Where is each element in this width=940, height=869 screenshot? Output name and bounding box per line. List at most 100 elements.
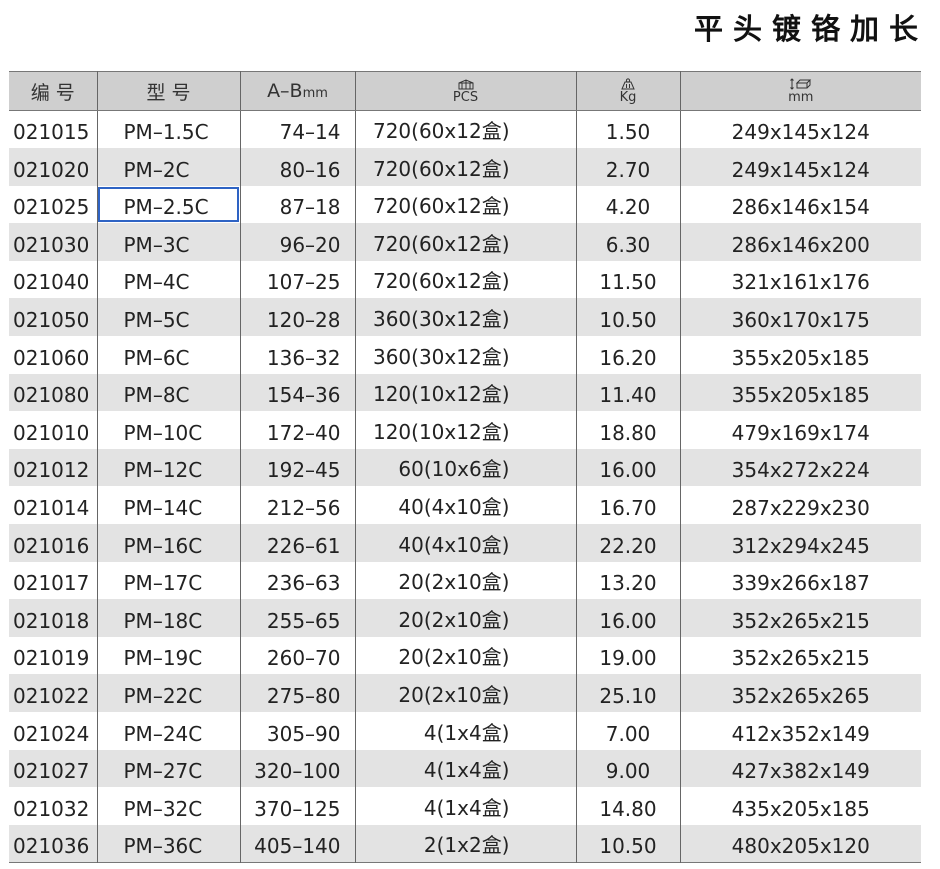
table-row[interactable]: 021019 PM–19C 260–70 20(2x10盒) 19.00 352x265x… xyxy=(9,636,921,675)
cell-kg[interactable]: 10.50 xyxy=(575,298,680,337)
cell-ab[interactable]: 320–100 xyxy=(239,749,355,788)
cell-kg[interactable]: 1.50 xyxy=(575,110,680,149)
table-row[interactable]: 021015 PM–1.5C 74–14 720(60x12盒) 1.50 249x145… xyxy=(9,110,921,149)
cell-model[interactable]: PM–2.5C xyxy=(96,185,240,224)
cell-code[interactable]: 021010 xyxy=(9,411,97,449)
table-row[interactable]: 021012 PM–12C 192–45 60(10x6盒) 16.00 354x272x… xyxy=(9,448,921,487)
cell-model[interactable]: PM–10C xyxy=(96,411,240,449)
cell-mm[interactable]: 360x170x175 xyxy=(679,298,921,337)
cell-ab[interactable]: 154–36 xyxy=(239,373,355,412)
cell-ab[interactable]: 275–80 xyxy=(239,674,355,712)
cell-pcs[interactable]: 120(10x12盒) xyxy=(354,373,576,412)
cell-kg[interactable]: 16.00 xyxy=(575,599,680,637)
cell-kg[interactable]: 22.20 xyxy=(575,524,680,562)
cell-pcs[interactable]: 2(1x2盒) xyxy=(354,824,576,863)
cell-model[interactable]: PM–5C xyxy=(96,298,240,337)
cell-kg[interactable]: 4.20 xyxy=(575,185,680,224)
cell-model[interactable]: PM–8C xyxy=(96,373,240,412)
table-row[interactable]: 021060 PM–6C 136–32 360(30x12盒) 16.20 355x205… xyxy=(9,336,921,374)
cell-ab[interactable]: 305–90 xyxy=(239,712,355,750)
cell-mm[interactable]: 352x265x215 xyxy=(679,636,921,675)
cell-kg[interactable]: 19.00 xyxy=(575,636,680,675)
cell-kg[interactable]: 16.00 xyxy=(575,448,680,487)
cell-kg[interactable]: 16.20 xyxy=(575,336,680,374)
cell-ab[interactable]: 226–61 xyxy=(239,524,355,562)
cell-ab[interactable]: 172–40 xyxy=(239,411,355,449)
table-row[interactable]: 021020 PM–2C 80–16 720(60x12盒) 2.70 249x145x1… xyxy=(9,148,921,186)
cell-code[interactable]: 021027 xyxy=(9,750,97,788)
cell-mm[interactable]: 312x294x245 xyxy=(679,524,921,562)
cell-ab[interactable]: 370–125 xyxy=(239,787,355,825)
cell-mm[interactable]: 479x169x174 xyxy=(679,411,921,449)
cell-pcs[interactable]: 360(30x12盒) xyxy=(354,336,576,374)
cell-code[interactable]: 021025 xyxy=(9,186,97,224)
table-row[interactable]: 021017 PM–17C 236–63 20(2x10盒) 13.20 339x266x… xyxy=(9,561,921,600)
cell-code[interactable]: 021020 xyxy=(9,148,97,186)
cell-mm[interactable]: 427x382x149 xyxy=(679,749,921,788)
cell-model[interactable]: PM–4C xyxy=(96,260,240,299)
cell-model[interactable]: PM–17C xyxy=(96,561,240,600)
cell-mm[interactable]: 286x146x200 xyxy=(679,223,921,261)
table-row[interactable]: 021050 PM–5C 120–28 360(30x12盒) 10.50 360x170… xyxy=(9,298,921,337)
cell-ab[interactable]: 192–45 xyxy=(239,448,355,487)
cell-pcs[interactable]: 720(60x12盒) xyxy=(354,223,576,261)
cell-model[interactable]: PM–3C xyxy=(96,223,240,261)
cell-code[interactable]: 021060 xyxy=(9,336,97,374)
cell-pcs[interactable]: 360(30x12盒) xyxy=(354,298,576,337)
cell-model[interactable]: PM–32C xyxy=(96,787,240,825)
cell-pcs[interactable]: 720(60x12盒) xyxy=(354,110,576,149)
table-row[interactable]: 021036 PM–36C 405–140 2(1x2盒) 10.50 480x205x1… xyxy=(9,824,921,863)
cell-code[interactable]: 021050 xyxy=(9,298,97,336)
cell-model[interactable]: PM–2C xyxy=(96,148,240,186)
cell-pcs[interactable]: 4(1x4盒) xyxy=(354,787,576,825)
cell-mm[interactable]: 480x205x120 xyxy=(679,824,921,863)
cell-code[interactable]: 021016 xyxy=(9,524,97,562)
cell-kg[interactable]: 13.20 xyxy=(575,561,680,600)
table-row[interactable]: 021040 PM–4C 107–25 720(60x12盒) 11.50 321x161… xyxy=(9,260,921,299)
cell-code[interactable]: 021012 xyxy=(9,449,97,487)
cell-model[interactable]: PM–22C xyxy=(96,674,240,712)
table-row[interactable]: 021022 PM–22C 275–80 20(2x10盒) 25.10 352x265x… xyxy=(9,674,921,712)
cell-pcs[interactable]: 40(4x10盒) xyxy=(354,486,576,525)
cell-model[interactable]: PM–18C xyxy=(96,599,240,637)
cell-model[interactable]: PM–24C xyxy=(96,712,240,750)
cell-mm[interactable]: 249x145x124 xyxy=(679,148,921,186)
cell-pcs[interactable]: 20(2x10盒) xyxy=(354,636,576,675)
cell-ab[interactable]: 136–32 xyxy=(239,336,355,374)
cell-mm[interactable]: 412x352x149 xyxy=(679,712,921,750)
cell-model[interactable]: PM–36C xyxy=(96,824,240,863)
cell-model[interactable]: PM–14C xyxy=(96,486,240,525)
cell-ab[interactable]: 405–140 xyxy=(239,824,355,863)
cell-ab[interactable]: 260–70 xyxy=(239,636,355,675)
cell-kg[interactable]: 9.00 xyxy=(575,749,680,788)
cell-mm[interactable]: 286x146x154 xyxy=(679,185,921,224)
cell-pcs[interactable]: 720(60x12盒) xyxy=(354,148,576,186)
cell-pcs[interactable]: 720(60x12盒) xyxy=(354,185,576,224)
cell-mm[interactable]: 249x145x124 xyxy=(679,110,921,149)
cell-code[interactable]: 021017 xyxy=(9,562,97,600)
cell-model[interactable]: PM–19C xyxy=(96,636,240,675)
cell-mm[interactable]: 355x205x185 xyxy=(679,373,921,412)
cell-kg[interactable]: 11.40 xyxy=(575,373,680,412)
cell-pcs[interactable]: 60(10x6盒) xyxy=(354,448,576,487)
cell-ab[interactable]: 236–63 xyxy=(239,561,355,600)
cell-kg[interactable]: 14.80 xyxy=(575,787,680,825)
cell-code[interactable]: 021040 xyxy=(9,261,97,299)
cell-mm[interactable]: 355x205x185 xyxy=(679,336,921,374)
cell-code[interactable]: 021022 xyxy=(9,674,97,712)
table-row[interactable]: 021027 PM–27C 320–100 4(1x4盒) 9.00 427x382x14… xyxy=(9,749,921,788)
cell-code[interactable]: 021036 xyxy=(9,825,97,863)
cell-kg[interactable]: 10.50 xyxy=(575,824,680,863)
cell-code[interactable]: 021024 xyxy=(9,712,97,750)
cell-pcs[interactable]: 20(2x10盒) xyxy=(354,674,576,712)
cell-model[interactable]: PM–12C xyxy=(96,448,240,487)
cell-mm[interactable]: 287x229x230 xyxy=(679,486,921,525)
cell-kg[interactable]: 6.30 xyxy=(575,223,680,261)
table-row[interactable]: 021030 PM–3C 96–20 720(60x12盒) 6.30 286x146x2… xyxy=(9,223,921,261)
table-row[interactable]: 021014 PM–14C 212–56 40(4x10盒) 16.70 287x229x… xyxy=(9,486,921,525)
cell-model[interactable]: PM–1.5C xyxy=(96,110,240,149)
cell-kg[interactable]: 25.10 xyxy=(575,674,680,712)
cell-model[interactable]: PM–27C xyxy=(96,749,240,788)
cell-ab[interactable]: 74–14 xyxy=(239,110,355,149)
cell-kg[interactable]: 2.70 xyxy=(575,148,680,186)
